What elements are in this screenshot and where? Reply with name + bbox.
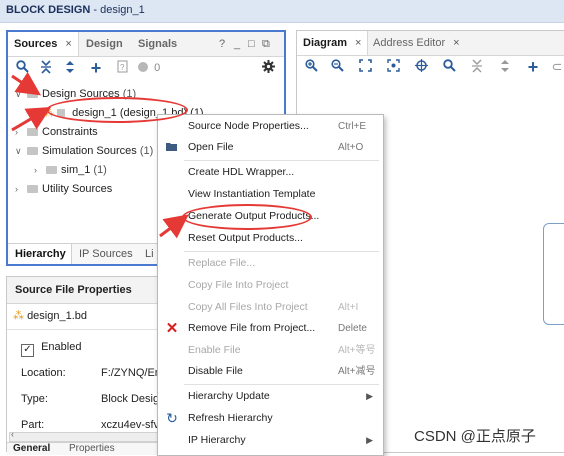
annotation-arrows (11, 72, 189, 239)
arrow-to-design-1 (11, 106, 52, 132)
watermark: CSDN @正点原子 (414, 428, 536, 445)
arrow-to-design-sources (11, 72, 41, 96)
arrow-to-generate-output (159, 214, 189, 239)
